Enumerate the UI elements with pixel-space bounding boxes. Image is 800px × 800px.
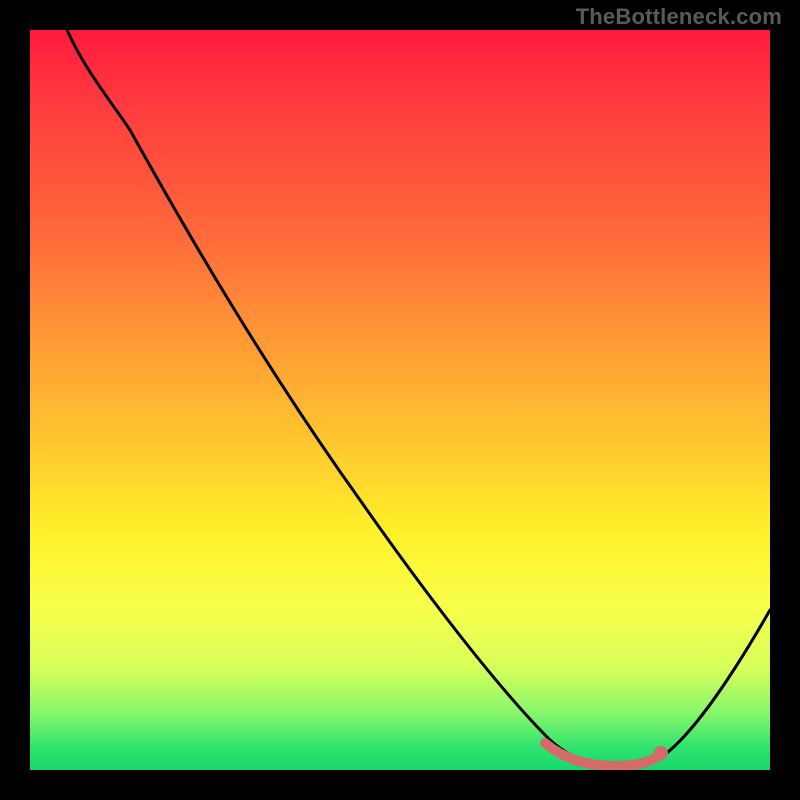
bottleneck-curve [67,30,770,766]
plot-area [30,30,770,770]
optimal-range-end-dot [654,746,668,760]
chart-frame: TheBottleneck.com [0,0,800,800]
curve-svg [30,30,770,770]
watermark-text: TheBottleneck.com [576,4,782,30]
optimal-range-curve [545,743,659,766]
